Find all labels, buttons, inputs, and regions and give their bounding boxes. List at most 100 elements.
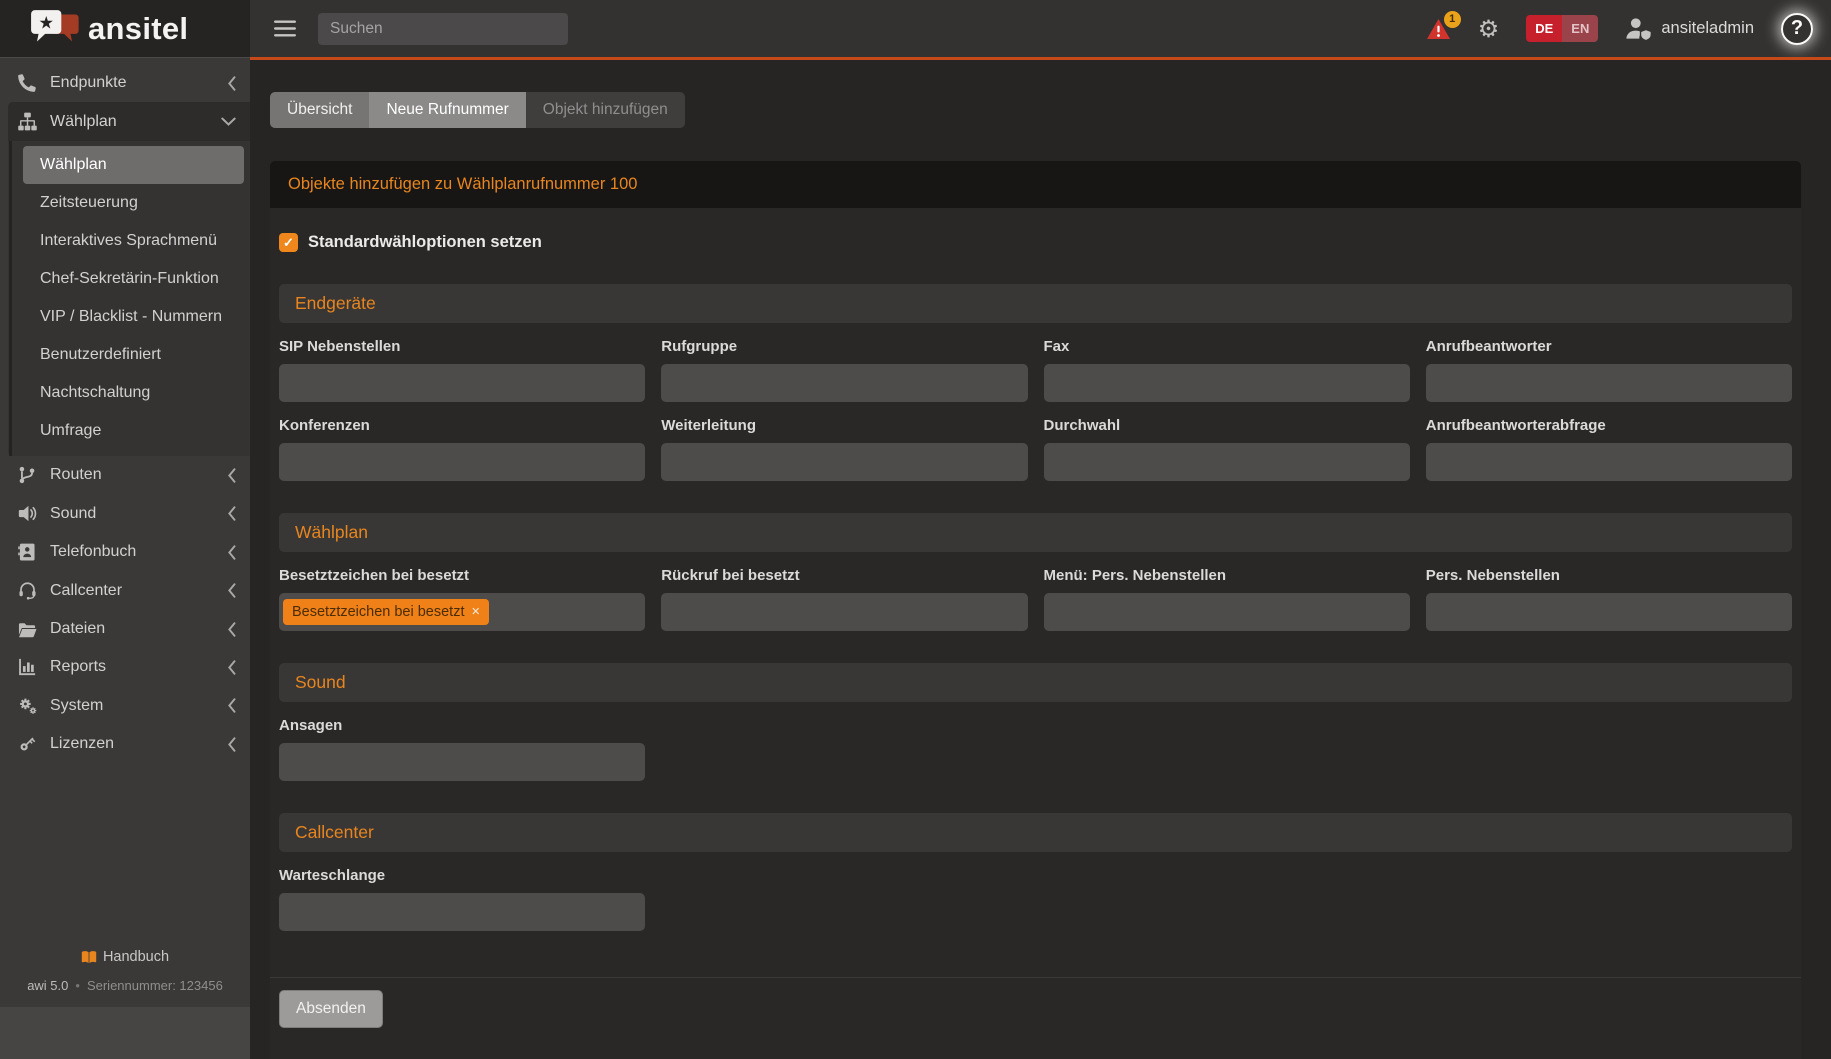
sidebar-subitem-chef-sekretarin-funktion[interactable]: Chef-Sekretärin-Funktion [8, 260, 250, 298]
sidebar-item-lizenzen[interactable]: Lizenzen [0, 725, 250, 763]
field-input-warteschlange[interactable] [279, 893, 645, 931]
brand-logo[interactable]: ★ ansitel [0, 0, 250, 57]
tag-remove-icon[interactable]: × [472, 604, 480, 620]
field-input-pers-nebenstellen[interactable] [1426, 593, 1792, 631]
sidebar-item-label: Reports [50, 658, 214, 676]
sidebar-item-label: Dateien [50, 620, 214, 638]
lang-en-button[interactable]: EN [1562, 15, 1598, 42]
sidebar-item-label: Wählplan [50, 113, 208, 131]
chevron-left-icon [227, 468, 236, 483]
chevron-left-icon [227, 76, 236, 91]
username-label: ansiteladmin [1661, 19, 1754, 38]
panel-title: Objekte hinzufügen zu Wählplanrufnummer … [270, 161, 1801, 208]
version-label: awi 5.0 [27, 978, 68, 993]
sidebar-subitem-wahlplan[interactable]: Wählplan [23, 146, 244, 184]
sidebar-subitem-umfrage[interactable]: Umfrage [8, 412, 250, 450]
settings-gear-icon[interactable]: ⚙ [1478, 17, 1500, 41]
sidebar-subitem-interaktives-sprachmenu[interactable]: Interaktives Sprachmenü [8, 222, 250, 260]
tab-objekt-hinzufugen: Objekt hinzufügen [526, 92, 685, 128]
field-weiterleitung: Weiterleitung [661, 402, 1027, 481]
field-warteschlange: Warteschlange [279, 852, 645, 931]
field-input-konferenzen[interactable] [279, 443, 645, 481]
field-input-fax[interactable] [1044, 364, 1410, 402]
help-button[interactable]: ? [1781, 13, 1813, 45]
sidebar-subitem-zeitsteuerung[interactable]: Zeitsteuerung [8, 184, 250, 222]
field-ansagen: Ansagen [279, 702, 645, 781]
sidebar-item-dateien[interactable]: Dateien [0, 610, 250, 648]
sidebar-footer: Handbuch awi 5.0•Seriennummer: 123456 [0, 949, 250, 993]
sidebar-item-system[interactable]: System [0, 686, 250, 725]
sidebar-item-wahlplan[interactable]: Wählplan [8, 102, 250, 141]
sidebar-entry: Sound [0, 494, 250, 533]
field-label: Fax [1044, 338, 1410, 355]
section-grid-wahlplan: Besetztzeichen bei besetztBesetztzeichen… [279, 552, 1792, 631]
tab-ubersicht[interactable]: Übersicht [270, 92, 369, 128]
section-grid-sound: Ansagen [279, 702, 1792, 781]
field-anrufbeantworter: Anrufbeantworter [1426, 323, 1792, 402]
sidebar-item-callcenter[interactable]: Callcenter [0, 571, 250, 610]
sidebar-entry: Endpunkte [0, 64, 250, 102]
topbar: ★ ansitel [0, 0, 1831, 57]
field-input-sip-nebenstellen[interactable] [279, 364, 645, 402]
field-label: Pers. Nebenstellen [1426, 567, 1792, 584]
chevron-left-icon [227, 737, 236, 752]
sidebar-subitem-benutzerdefiniert[interactable]: Benutzerdefiniert [8, 336, 250, 374]
search-input[interactable] [318, 13, 568, 45]
sidebar-column: EndpunkteWählplanWählplanZeitsteuerungIn… [0, 57, 250, 1059]
field-input-menu-pers-nebenstellen[interactable] [1044, 593, 1410, 631]
sidebar-subitem-vip-blacklist-nummern[interactable]: VIP / Blacklist - Nummern [8, 298, 250, 336]
serial-label: Seriennummer: 123456 [87, 978, 223, 993]
menu-toggle-icon[interactable] [268, 16, 302, 41]
field-input-anrufbeantworterabfrage[interactable] [1426, 443, 1792, 481]
user-menu[interactable]: ansiteladmin [1625, 17, 1754, 40]
field-input-ansagen[interactable] [279, 743, 645, 781]
section-header-wahlplan: Wählplan [279, 513, 1792, 552]
field-input-ruckruf-bei-besetzt[interactable] [661, 593, 1027, 631]
field-input-besetztzeichen-bei-besetzt[interactable]: Besetztzeichen bei besetzt× [279, 593, 645, 631]
volume-icon [17, 504, 37, 523]
field-anrufbeantworterabfrage: Anrufbeantworterabfrage [1426, 402, 1792, 481]
panel-footer: Absenden [270, 977, 1801, 1059]
brand-name: ansitel [88, 11, 188, 47]
sidebar-item-telefonbuch[interactable]: Telefonbuch [0, 533, 250, 571]
question-mark-icon: ? [1791, 17, 1803, 40]
user-shield-icon [1625, 17, 1652, 40]
sidebar-subitem-nachtschaltung[interactable]: Nachtschaltung [8, 374, 250, 412]
handbook-label: Handbuch [103, 949, 169, 965]
field-label: Ansagen [279, 717, 645, 734]
language-switch: DE EN [1526, 15, 1598, 42]
topbar-main: 1 ⚙ DE EN ansiteladmin [250, 0, 1831, 57]
panel-body: ✓ Standardwähloptionen setzen EndgeräteS… [270, 208, 1801, 977]
route-icon [17, 466, 37, 484]
field-label: Anrufbeantworterabfrage [1426, 417, 1792, 434]
field-pers-nebenstellen: Pers. Nebenstellen [1426, 552, 1792, 631]
selected-tag: Besetztzeichen bei besetzt× [283, 599, 489, 625]
field-konferenzen: Konferenzen [279, 402, 645, 481]
sidebar-item-sound[interactable]: Sound [0, 494, 250, 533]
field-label: Rückruf bei besetzt [661, 567, 1027, 584]
field-label: Anrufbeantworter [1426, 338, 1792, 355]
book-icon [81, 950, 97, 964]
field-input-rufgruppe[interactable] [661, 364, 1027, 402]
section-header-sound: Sound [279, 663, 1792, 702]
submit-button[interactable]: Absenden [279, 990, 383, 1028]
sidebar-item-reports[interactable]: Reports [0, 648, 250, 686]
field-input-anrufbeantworter[interactable] [1426, 364, 1792, 402]
field-input-durchwahl[interactable] [1044, 443, 1410, 481]
standard-dial-options-checkbox[interactable]: ✓ Standardwähloptionen setzen [279, 233, 542, 252]
lang-de-button[interactable]: DE [1526, 15, 1562, 42]
cogs-icon [17, 696, 37, 715]
panel-objekte-hinzufuegen: Objekte hinzufügen zu Wählplanrufnummer … [270, 161, 1801, 1059]
field-input-weiterleitung[interactable] [661, 443, 1027, 481]
svg-text:★: ★ [38, 13, 53, 33]
field-durchwahl: Durchwahl [1044, 402, 1410, 481]
sidebar-item-routen[interactable]: Routen [0, 456, 250, 494]
headset-icon [17, 581, 37, 600]
alerts-button[interactable]: 1 [1426, 18, 1451, 40]
sidebar-entry: Telefonbuch [0, 533, 250, 571]
field-besetztzeichen-bei-besetzt: Besetztzeichen bei besetztBesetztzeichen… [279, 552, 645, 631]
sidebar-item-endpunkte[interactable]: Endpunkte [0, 64, 250, 102]
tab-neue-rufnummer[interactable]: Neue Rufnummer [369, 92, 525, 128]
handbook-link[interactable]: Handbuch [81, 949, 169, 965]
section-header-callcenter: Callcenter [279, 813, 1792, 852]
